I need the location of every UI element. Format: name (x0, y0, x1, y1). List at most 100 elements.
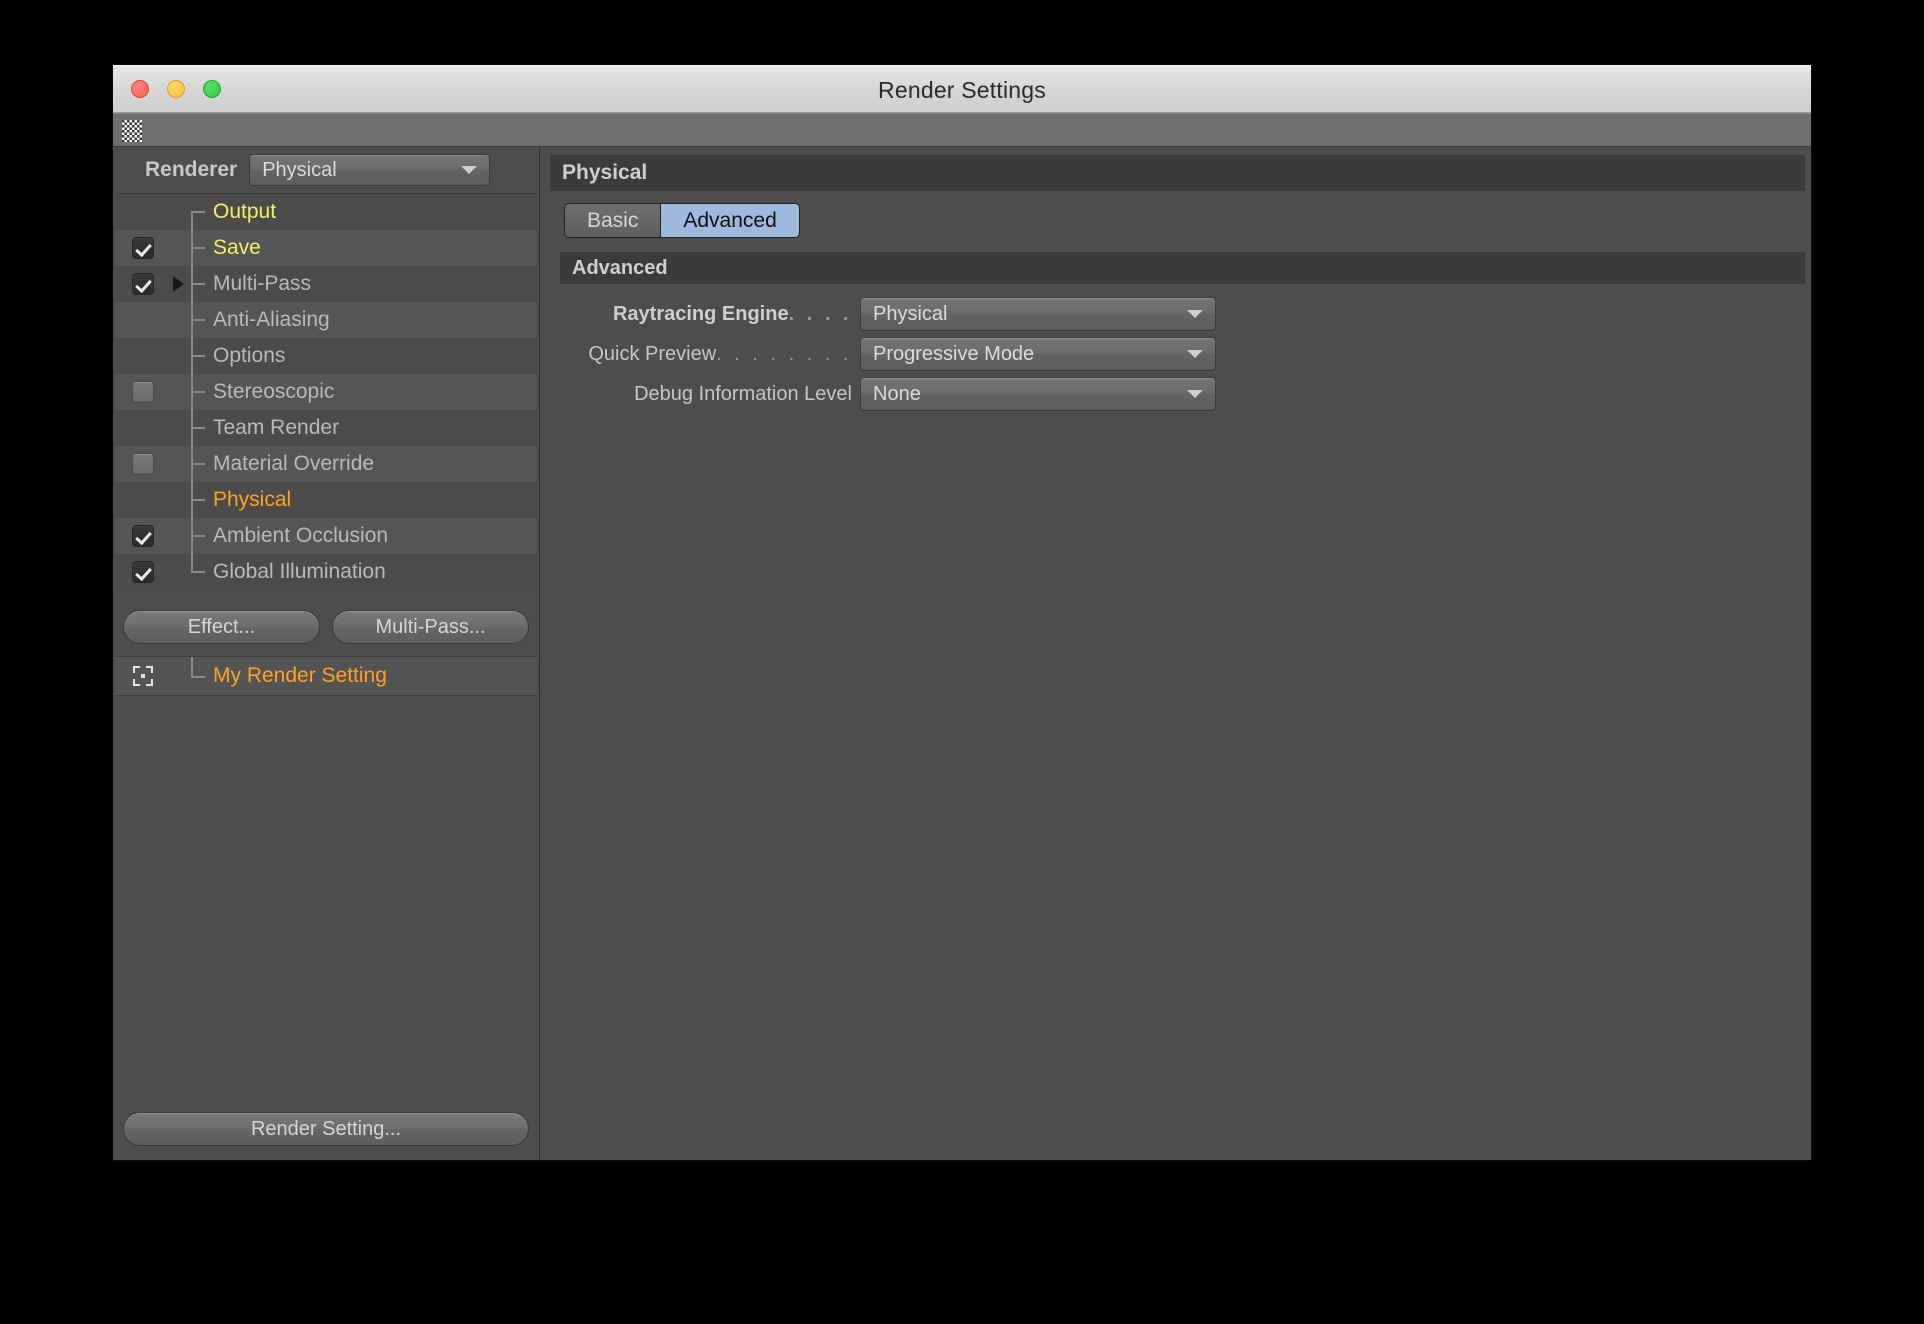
left-panel: Renderer Physical Output Save Multi-Pass An… (113, 147, 540, 1160)
tree-checkbox-cell (115, 309, 171, 331)
checkbox-checked[interactable] (132, 273, 154, 295)
tree-row-anti-aliasing[interactable]: Anti-Aliasing (115, 302, 537, 338)
tree-checkbox-cell[interactable] (115, 453, 171, 475)
tree-row-global-illumination[interactable]: Global Illumination (115, 554, 537, 590)
no-checkbox (132, 201, 154, 223)
tree-connector (171, 302, 213, 338)
field-label: Raytracing Engine. . . . (550, 303, 860, 326)
checkbox-checked[interactable] (132, 237, 154, 259)
tree-row-multi-pass[interactable]: Multi-Pass (115, 266, 537, 302)
tree-item-label: Output (213, 200, 277, 223)
render-setting-button-wrap: Render Setting... (115, 1104, 537, 1160)
tree-connector (171, 374, 213, 410)
tree-checkbox-cell (115, 345, 171, 367)
right-panel-empty-area (550, 414, 1805, 1150)
saved-render-setting-row[interactable]: My Render Setting (115, 656, 537, 696)
tree-row-save[interactable]: Save (115, 230, 537, 266)
chevron-down-icon (1187, 310, 1203, 318)
advanced-fields: Raytracing Engine. . . . Physical Quick Pr… (550, 284, 1805, 414)
field-leader-dots: . . . . . . . . (716, 342, 852, 365)
tree-checkbox-cell[interactable] (115, 381, 171, 403)
field-label: Quick Preview. . . . . . . . (550, 343, 860, 366)
saved-render-setting-label: My Render Setting (213, 664, 387, 687)
field-row: Raytracing Engine. . . . Physical (550, 294, 1805, 334)
tree-row-ambient-occlusion[interactable]: Ambient Occlusion (115, 518, 537, 554)
tree-connector (171, 518, 213, 554)
dropdown-value: Physical (873, 302, 948, 325)
tree-row-options[interactable]: Options (115, 338, 537, 374)
chevron-down-icon (1187, 350, 1203, 358)
drag-grip-icon[interactable] (122, 120, 142, 142)
tree-item-label: Global Illumination (213, 560, 386, 583)
tree-item-label: Save (213, 236, 261, 259)
dropdown-value: None (873, 382, 921, 405)
renderer-row: Renderer Physical (115, 147, 537, 193)
tree-connector (171, 194, 213, 230)
renderer-dropdown[interactable]: Physical (249, 154, 491, 186)
render-setting-button[interactable]: Render Setting... (123, 1112, 529, 1146)
checkbox-checked[interactable] (132, 525, 154, 547)
dropdown-value: Progressive Mode (873, 342, 1035, 365)
renderer-dropdown-value: Physical (262, 158, 337, 181)
tree-item-label: Options (213, 344, 286, 367)
field-row: Debug Information Level None (550, 374, 1805, 414)
toolbar-strip (113, 113, 1811, 147)
window-title: Render Settings (878, 77, 1046, 103)
dropdown-raytracing-engine[interactable]: Physical (860, 297, 1216, 331)
tree-checkbox-cell (115, 489, 171, 511)
expand-triangle-icon[interactable] (173, 276, 184, 292)
tree-checkbox-cell (115, 417, 171, 439)
tree-checkbox-cell (115, 201, 171, 223)
tree-item-label: Multi-Pass (213, 272, 312, 295)
tree-item-label: Stereoscopic (213, 380, 335, 403)
tree-connector (171, 657, 213, 695)
panel-header: Physical (550, 155, 1805, 191)
tree-row-physical[interactable]: Physical (115, 482, 537, 518)
left-panel-empty-area (115, 696, 537, 1104)
section-header: Advanced (560, 252, 1805, 284)
tree-connector (171, 266, 213, 302)
renderer-label: Renderer (145, 158, 238, 181)
tree-item-label: Ambient Occlusion (213, 524, 389, 547)
tree-connector (171, 446, 213, 482)
left-buttons-row: Effect... Multi-Pass... (115, 590, 537, 656)
tree-checkbox-cell[interactable] (115, 273, 171, 295)
tree-connector (171, 554, 213, 590)
tree-item-label: Anti-Aliasing (213, 308, 330, 331)
effect-button[interactable]: Effect... (123, 610, 320, 644)
no-checkbox (132, 489, 154, 511)
panel-title: Physical (562, 161, 648, 184)
render-setting-marker-icon (115, 666, 171, 686)
tree-row-output[interactable]: Output (115, 194, 537, 230)
tree-checkbox-cell[interactable] (115, 561, 171, 583)
tree-row-stereoscopic[interactable]: Stereoscopic (115, 374, 537, 410)
field-label: Debug Information Level (550, 383, 860, 406)
tree-checkbox-cell[interactable] (115, 525, 171, 547)
dropdown-debug-information-level[interactable]: None (860, 377, 1216, 411)
tree-item-label: Physical (213, 488, 292, 511)
chevron-down-icon (461, 166, 478, 174)
tree-row-team-render[interactable]: Team Render (115, 410, 537, 446)
tree-checkbox-cell[interactable] (115, 237, 171, 259)
field-label-text: Debug Information Level (634, 382, 852, 405)
checkbox-checked[interactable] (132, 561, 154, 583)
checkbox-unchecked[interactable] (132, 381, 154, 403)
chevron-down-icon (1187, 390, 1203, 398)
tab-basic[interactable]: Basic (564, 203, 661, 238)
checkbox-unchecked[interactable] (132, 453, 154, 475)
tree-row-material-override[interactable]: Material Override (115, 446, 537, 482)
tree-item-label: Material Override (213, 452, 375, 475)
tab-advanced[interactable]: Advanced (660, 203, 800, 238)
multi-pass-button[interactable]: Multi-Pass... (332, 610, 529, 644)
no-checkbox (132, 345, 154, 367)
dropdown-quick-preview[interactable]: Progressive Mode (860, 337, 1216, 371)
window-titlebar: Render Settings (113, 65, 1811, 113)
window-body: Renderer Physical Output Save Multi-Pass An… (113, 147, 1811, 1160)
field-label-text: Quick Preview (588, 342, 717, 365)
no-checkbox (132, 417, 154, 439)
field-row: Quick Preview. . . . . . . . Progressive … (550, 334, 1805, 374)
tree-connector (171, 410, 213, 446)
no-checkbox (132, 309, 154, 331)
tree-connector (171, 338, 213, 374)
render-settings-window: Render Settings Renderer Physical Output… (112, 64, 1812, 1161)
